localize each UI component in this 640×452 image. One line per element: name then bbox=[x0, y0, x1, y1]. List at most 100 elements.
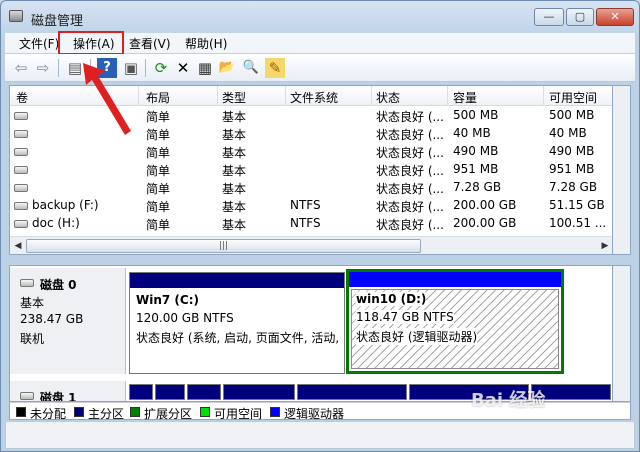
partition-bar[interactable] bbox=[297, 384, 407, 400]
vertical-scrollbar[interactable] bbox=[613, 85, 631, 255]
disk-name: 磁盘 1 bbox=[40, 391, 77, 402]
table-row[interactable]: 简单 基本 状态良好 (... 951 MB 951 MB bbox=[10, 161, 612, 179]
cell-layout: 简单 bbox=[146, 182, 171, 196]
partition-bar[interactable] bbox=[187, 384, 221, 400]
legend-swatch-unallocated bbox=[16, 407, 26, 417]
disk-0-info[interactable]: 磁盘 0 基本 238.47 GB 联机 bbox=[10, 268, 126, 374]
header-volume[interactable]: 卷 bbox=[16, 89, 28, 106]
cell-free-space: 500 MB bbox=[549, 108, 595, 122]
cell-layout: 简单 bbox=[146, 146, 171, 160]
disk-layout-panel: 磁盘 0 基本 238.47 GB 联机 Win7 (C:) 120.00 GB… bbox=[9, 265, 613, 402]
status-bar bbox=[5, 421, 635, 449]
maximize-button[interactable]: ▢ bbox=[566, 8, 594, 26]
open-folder-icon[interactable]: 📂 bbox=[217, 58, 237, 78]
forward-icon[interactable]: ⇨ bbox=[33, 58, 53, 78]
legend-swatch-free bbox=[200, 407, 210, 417]
cell-free-space: 51.15 GB bbox=[549, 198, 605, 212]
toolbar-separator bbox=[145, 59, 146, 77]
table-row[interactable]: 简单 基本 状态良好 (... 40 MB 40 MB bbox=[10, 125, 612, 143]
drive-icon bbox=[14, 148, 28, 156]
vertical-scrollbar[interactable] bbox=[613, 265, 631, 402]
console-icon[interactable]: ▤ bbox=[65, 58, 85, 78]
volume-list-header: 卷 布局 类型 文件系统 状态 容量 可用空间 bbox=[10, 86, 612, 106]
minimize-button[interactable]: — bbox=[534, 8, 564, 26]
column-divider[interactable] bbox=[371, 86, 372, 106]
scroll-right-icon[interactable]: ▶ bbox=[598, 239, 612, 253]
toolbar-separator bbox=[58, 59, 59, 77]
cell-status: 状态良好 (... bbox=[376, 200, 444, 214]
scroll-left-icon[interactable]: ◀ bbox=[11, 239, 25, 253]
panel-icon[interactable]: ▣ bbox=[121, 58, 141, 78]
legend-swatch-extended bbox=[130, 407, 140, 417]
cell-layout: 简单 bbox=[146, 110, 171, 124]
column-divider[interactable] bbox=[285, 86, 286, 106]
table-row[interactable]: backup (F:) 简单 基本 NTFS 状态良好 (... 200.00 … bbox=[10, 197, 612, 215]
cell-status: 状态良好 (... bbox=[376, 128, 444, 142]
cell-capacity: 200.00 GB bbox=[453, 216, 517, 230]
cell-type: 基本 bbox=[222, 182, 247, 196]
menu-view[interactable]: 查看(V) bbox=[129, 35, 171, 52]
cell-free-space: 40 MB bbox=[549, 126, 587, 140]
partition-status: 状态良好 (系统, 启动, 页面文件, 活动, bbox=[136, 331, 340, 345]
header-status[interactable]: 状态 bbox=[376, 89, 400, 106]
menu-help[interactable]: 帮助(H) bbox=[185, 35, 227, 52]
legend-swatch-logical bbox=[270, 407, 280, 417]
close-button[interactable]: ✕ bbox=[596, 8, 634, 26]
table-row[interactable]: 简单 基本 状态良好 (... 7.28 GB 7.28 GB bbox=[10, 179, 612, 197]
cell-capacity: 40 MB bbox=[453, 126, 491, 140]
partition-bar[interactable] bbox=[155, 384, 185, 400]
partition-c[interactable]: Win7 (C:) 120.00 GB NTFS 状态良好 (系统, 启动, 页… bbox=[129, 272, 345, 374]
cell-capacity: 200.00 GB bbox=[453, 198, 517, 212]
legend-label: 可用空间 bbox=[214, 407, 263, 421]
cell-layout: 简单 bbox=[146, 164, 171, 178]
partition-bar[interactable] bbox=[129, 384, 153, 400]
column-divider[interactable] bbox=[217, 86, 218, 106]
legend-swatch-primary bbox=[74, 407, 84, 417]
disk-size: 238.47 GB bbox=[20, 312, 84, 326]
horizontal-scrollbar[interactable]: ◀ ||| ▶ bbox=[10, 236, 612, 254]
legend-label: 逻辑驱动器 bbox=[284, 407, 345, 421]
drive-icon bbox=[14, 220, 28, 228]
column-divider[interactable] bbox=[543, 86, 544, 106]
refresh-icon[interactable]: ⟳ bbox=[151, 58, 171, 78]
drive-icon bbox=[14, 130, 28, 138]
back-icon[interactable]: ⇦ bbox=[11, 58, 31, 78]
partition-bar[interactable] bbox=[223, 384, 295, 400]
logical-drive-bar bbox=[349, 272, 561, 287]
column-divider[interactable] bbox=[138, 86, 139, 106]
cell-status: 状态良好 (... bbox=[376, 146, 444, 160]
help-icon[interactable]: ? bbox=[97, 58, 117, 78]
drive-icon bbox=[14, 166, 28, 174]
search-icon[interactable]: 🔍 bbox=[241, 58, 261, 78]
legend-label: 扩展分区 bbox=[144, 407, 193, 421]
table-row[interactable]: doc (H:) 简单 基本 NTFS 状态良好 (... 200.00 GB … bbox=[10, 215, 612, 233]
window-title: 磁盘管理 bbox=[31, 14, 84, 29]
menu-action-highlight-box bbox=[58, 31, 124, 55]
primary-partition-bar bbox=[130, 273, 344, 288]
scrollbar-thumb[interactable]: ||| bbox=[26, 239, 421, 253]
partition-name: Win7 (C:) bbox=[136, 293, 199, 307]
menu-file[interactable]: 文件(F) bbox=[19, 35, 59, 52]
properties-icon[interactable]: ▦ bbox=[195, 58, 215, 78]
cell-capacity: 951 MB bbox=[453, 162, 499, 176]
header-filesystem[interactable]: 文件系统 bbox=[290, 89, 338, 106]
header-type[interactable]: 类型 bbox=[222, 89, 246, 106]
toolbar: ⇦ ⇨ ▤ ? ▣ ⟳ ✕ ▦ 📂 🔍 ✎ bbox=[5, 54, 635, 82]
header-free-space[interactable]: 可用空间 bbox=[549, 89, 597, 106]
table-row[interactable]: 简单 基本 状态良好 (... 500 MB 500 MB bbox=[10, 107, 612, 125]
cell-volume: doc (H:) bbox=[32, 216, 80, 230]
table-row[interactable]: 简单 基本 状态良好 (... 490 MB 490 MB bbox=[10, 143, 612, 161]
cell-capacity: 490 MB bbox=[453, 144, 499, 158]
cell-status: 状态良好 (... bbox=[376, 182, 444, 196]
column-divider[interactable] bbox=[447, 86, 448, 106]
extended-partition[interactable]: win10 (D:) 118.47 GB NTFS 状态良好 (逻辑驱动器) bbox=[346, 269, 564, 374]
cell-type: 基本 bbox=[222, 128, 247, 142]
cell-layout: 简单 bbox=[146, 218, 171, 232]
delete-icon[interactable]: ✕ bbox=[173, 58, 193, 78]
disk-1-info[interactable]: 磁盘 1 bbox=[10, 381, 126, 402]
wizard-icon[interactable]: ✎ bbox=[265, 58, 285, 78]
header-capacity[interactable]: 容量 bbox=[453, 89, 477, 106]
partition-d[interactable]: win10 (D:) 118.47 GB NTFS 状态良好 (逻辑驱动器) bbox=[351, 289, 559, 369]
header-layout[interactable]: 布局 bbox=[146, 89, 170, 106]
title-bar[interactable]: 磁盘管理 — ▢ ✕ bbox=[1, 1, 639, 31]
